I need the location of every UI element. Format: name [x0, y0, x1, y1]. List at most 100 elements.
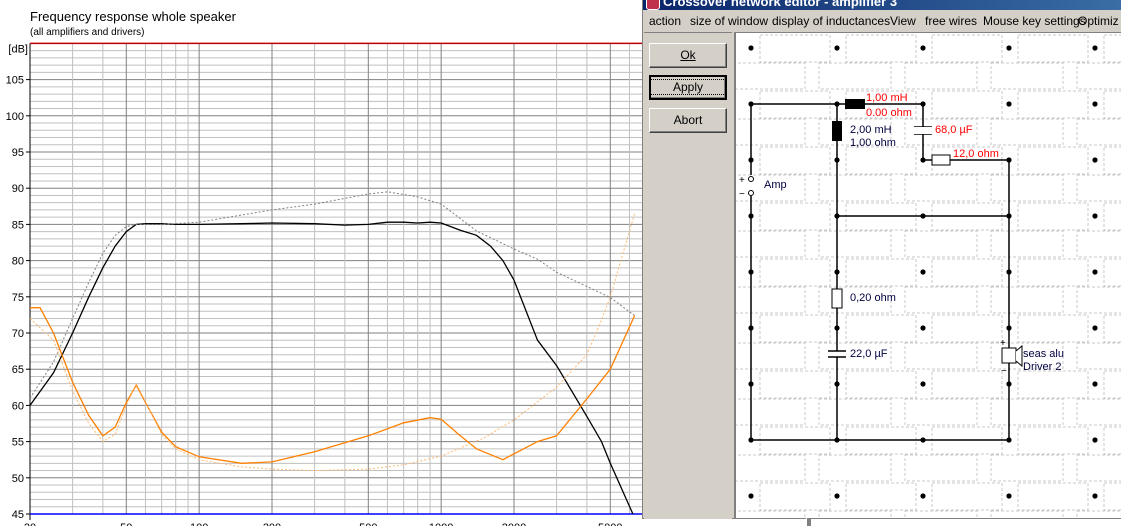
capacitor-c1[interactable]	[914, 126, 932, 135]
grid-node	[1006, 45, 1012, 51]
grid-node	[920, 269, 926, 275]
placeholder-slot	[990, 454, 1064, 482]
placeholder-slot	[1103, 482, 1121, 511]
crossover-editor-window: Crossover network editor - amplifier 3 a…	[642, 0, 1121, 527]
placeholder-slot	[990, 62, 1064, 90]
menu-bar: action size of window display of inducta…	[643, 10, 1121, 31]
placeholder-slot	[904, 62, 978, 90]
placeholder-slot	[1017, 34, 1089, 63]
c2-value: 22,0 µF	[850, 348, 888, 360]
apply-button[interactable]: Apply	[649, 75, 727, 100]
x-tick-label: 20	[24, 522, 36, 526]
placeholder-slot	[732, 118, 806, 146]
placeholder-slot	[818, 62, 892, 90]
menu-size-of-window[interactable]: size of window	[690, 14, 768, 28]
driver-minus: −	[1001, 366, 1007, 377]
grid-node	[920, 493, 926, 499]
placeholder-slot	[1017, 146, 1089, 175]
y-tick-label: 65	[12, 364, 24, 376]
y-tick-label: 60	[12, 400, 24, 412]
y-tick-label: 85	[12, 219, 24, 231]
placeholder-slot	[818, 398, 892, 426]
placeholder-slot	[732, 62, 806, 90]
grid-node	[748, 493, 754, 499]
splitter-handle[interactable]	[806, 518, 811, 526]
grid-node	[1092, 213, 1098, 219]
window-title: Crossover network editor - amplifier 3	[663, 0, 898, 9]
placeholder-slot	[931, 90, 1003, 119]
placeholder-slot	[1017, 482, 1089, 511]
grid-node	[920, 381, 926, 387]
menu-view[interactable]: View	[890, 14, 916, 28]
placeholder-slot	[904, 510, 978, 527]
placeholder-slot	[1103, 314, 1121, 343]
amp-minus-terminal[interactable]	[748, 190, 754, 196]
x-tick-label: 1000	[429, 522, 453, 526]
resistor-r1[interactable]	[931, 154, 951, 166]
y-tick-label: 50	[12, 473, 24, 485]
placeholder-slot	[845, 34, 917, 63]
placeholder-slot	[1076, 118, 1121, 146]
amp-plus-sign: +	[739, 175, 745, 186]
grid-node	[1092, 157, 1098, 163]
amp-plus-terminal[interactable]	[748, 176, 754, 182]
menu-display-of-inductances[interactable]: display of inductances	[772, 14, 890, 28]
placeholder-slot	[759, 202, 831, 231]
amp-label: Amp	[764, 179, 787, 191]
placeholder-slot	[759, 34, 831, 63]
menu-optimization[interactable]: Optimiz	[1078, 14, 1119, 28]
grid-node	[1092, 45, 1098, 51]
placeholder-slot	[1103, 90, 1121, 119]
placeholder-slot	[990, 286, 1064, 314]
circuit-canvas[interactable]: 1,00 mH 0.00 ohm 2,00 mH 1,00 ohm 68,0 µ…	[732, 32, 1121, 527]
r2-value: 0,20 ohm	[850, 292, 896, 304]
y-tick-label: 95	[12, 147, 24, 159]
series-line-driver-reference	[29, 213, 636, 472]
abort-button[interactable]: Abort	[649, 108, 727, 133]
menu-mouse-key-settings[interactable]: Mouse key settings	[983, 14, 1086, 28]
capacitor-c2[interactable]	[828, 350, 846, 358]
placeholder-slot	[931, 258, 1003, 287]
driver-name: seas alu	[1023, 348, 1064, 360]
placeholder-slot	[1076, 230, 1121, 258]
r1-value: 12,0 ohm	[953, 148, 999, 160]
placeholder-slot	[990, 118, 1064, 146]
placeholder-slot	[931, 34, 1003, 63]
grid-node	[1092, 437, 1098, 443]
l1-resistance: 0.00 ohm	[866, 107, 912, 119]
grid-node	[834, 45, 840, 51]
inductor-l2[interactable]	[832, 121, 842, 141]
title-bar[interactable]: Crossover network editor - amplifier 3	[643, 0, 1121, 10]
placeholder-slot	[1076, 174, 1121, 202]
placeholder-slot	[732, 398, 806, 426]
grid-node	[834, 493, 840, 499]
placeholder-slot	[732, 230, 806, 258]
grid-node	[1092, 381, 1098, 387]
apply-label: Apply	[649, 79, 727, 95]
placeholder-slot	[1103, 426, 1121, 455]
driver-label: Driver 2	[1023, 361, 1062, 373]
l2-value: 2,00 mH	[850, 124, 892, 136]
grid-node	[1092, 325, 1098, 331]
placeholder-slot	[759, 258, 831, 287]
x-tick-label: 200	[263, 522, 281, 526]
placeholder-slot	[931, 370, 1003, 399]
placeholder-slot	[1103, 146, 1121, 175]
placeholder-slot	[990, 230, 1064, 258]
ok-button[interactable]: Ok	[649, 43, 727, 68]
button-panel: Ok Apply Abort	[644, 32, 732, 519]
grid-node	[1092, 101, 1098, 107]
placeholder-slot	[904, 230, 978, 258]
placeholder-slot	[845, 258, 917, 287]
speaker-driver-icon[interactable]	[1001, 344, 1023, 368]
resistor-r2[interactable]	[831, 288, 843, 309]
inductor-l1[interactable]	[845, 99, 865, 109]
placeholder-slot	[845, 482, 917, 511]
amp-minus-sign: −	[739, 189, 745, 200]
menu-free-wires[interactable]: free wires	[925, 14, 977, 28]
x-tick-label: 500	[359, 522, 377, 526]
placeholder-slot	[759, 482, 831, 511]
y-tick-label: 105	[6, 75, 24, 87]
abort-label: Abort	[673, 113, 703, 127]
menu-action[interactable]: action	[649, 14, 681, 28]
